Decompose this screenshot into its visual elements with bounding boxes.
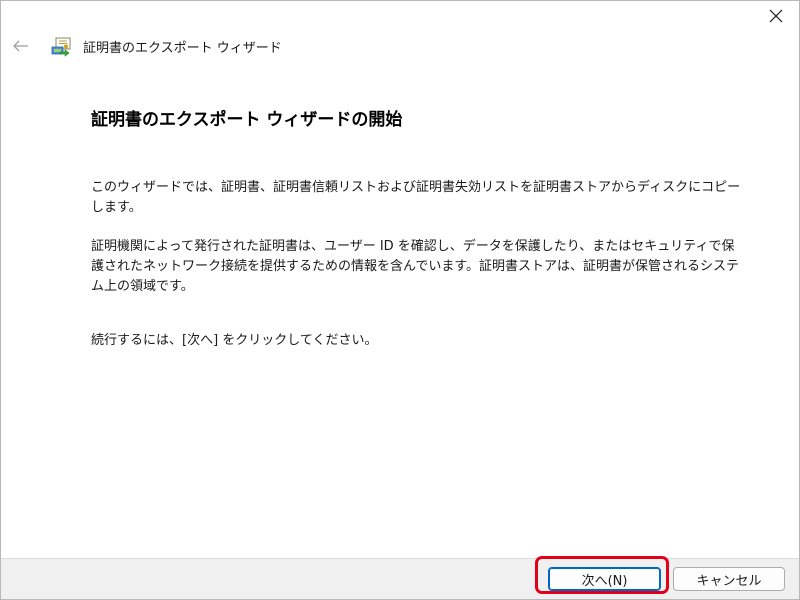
certificate-wizard-icon	[51, 37, 71, 57]
cancel-button[interactable]: キャンセル	[673, 567, 785, 591]
title-bar	[1, 1, 799, 33]
continue-instruction: 続行するには、[次へ] をクリックしてください。	[91, 333, 378, 348]
export-wizard-window: 証明書のエクスポート ウィザード 証明書のエクスポート ウィザードの開始 このウ…	[0, 0, 800, 600]
back-arrow-icon	[13, 40, 28, 52]
back-button[interactable]	[7, 34, 35, 58]
page-heading: 証明書のエクスポート ウィザードの開始	[91, 110, 403, 130]
certificate-description-paragraph: 証明機関によって発行された証明書は、ユーザー ID を確認し、データを保護したり…	[91, 239, 740, 294]
close-button[interactable]	[753, 1, 799, 31]
wizard-title: 証明書のエクスポート ウィザード	[83, 41, 282, 56]
intro-paragraph: このウィザードでは、証明書、証明書信頼リストおよび証明書失効リストを証明書ストア…	[91, 180, 741, 215]
close-icon	[769, 9, 783, 23]
button-bar: 次へ(N) キャンセル	[1, 558, 799, 599]
next-button[interactable]: 次へ(N)	[548, 567, 661, 591]
wizard-header: 証明書のエクスポート ウィザード	[1, 31, 799, 61]
